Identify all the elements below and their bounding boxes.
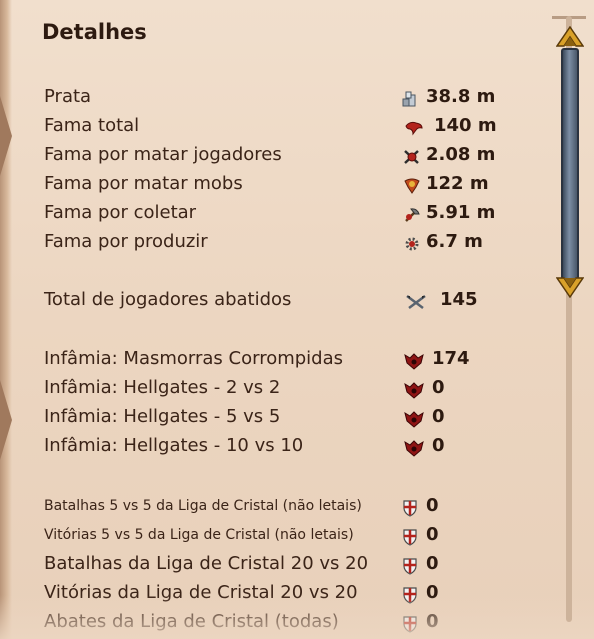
crystal-shield-icon [400,585,420,605]
fame-icon [404,118,424,138]
infamy-icon [404,438,424,458]
stat-value: 2.08 m [426,144,496,165]
crafting-fame-icon [402,234,422,254]
stat-value: 174 [432,348,470,369]
panel-title: Detalhes [42,20,147,44]
stat-label: Infâmia: Hellgates - 10 vs 10 [44,435,304,456]
scrollbar-thumb[interactable] [555,25,585,299]
stat-label: Vitórias da Liga de Cristal 20 vs 20 [44,582,358,603]
stat-value: 0 [432,377,445,398]
stat-label: Fama por coletar [44,202,197,223]
stat-value: 145 [440,289,478,310]
stat-value: 0 [426,611,439,632]
stat-row-infamy-hellgate-10v10: Infâmia: Hellgates - 10 vs 10 0 [0,435,540,464]
stat-label: Abates da Liga de Cristal (todas) [44,611,339,632]
infamy-icon [404,351,424,371]
chevron-down-icon [555,272,585,299]
gathering-fame-icon [402,205,422,225]
stat-label: Fama por matar jogadores [44,144,282,165]
stat-row-infamy-hellgate-2v2: Infâmia: Hellgates - 2 vs 2 0 [0,377,540,406]
crystal-shield-icon [400,498,420,518]
stat-value: 38.8 m [426,86,496,107]
stat-label: Fama por matar mobs [44,173,243,194]
stat-value: 6.7 m [426,231,483,252]
stat-row-crystal-5v5-battles: Batalhas 5 vs 5 da Liga de Cristal (não … [0,495,540,524]
stat-row-crystal-5v5-wins: Vitórias 5 vs 5 da Liga de Cristal (não … [0,524,540,553]
stat-row-infamy-hellgate-5v5: Infâmia: Hellgates - 5 vs 5 0 [0,406,540,435]
chevron-up-icon [555,25,585,52]
stat-label: Infâmia: Hellgates - 2 vs 2 [44,377,281,398]
silver-icon [400,89,420,109]
stat-row-pvp-fame: Fama por matar jogadores 2.08 m [0,144,540,173]
stat-label: Vitórias 5 vs 5 da Liga de Cristal (não … [44,527,354,543]
stat-row-total-kills: Total de jogadores abatidos 145 [0,289,540,318]
stat-row-pve-fame: Fama por matar mobs 122 m [0,173,540,202]
stat-value: 0 [432,406,445,427]
stat-value: 122 m [426,173,489,194]
stat-value: 0 [426,524,439,545]
stat-value: 5.91 m [426,202,496,223]
stat-row-crystal-20v20-wins: Vitórias da Liga de Cristal 20 vs 20 0 [0,582,540,611]
scrollbar-thumb-shaft [561,48,579,280]
stat-row-silver: Prata 38.8 m [0,86,540,115]
crystal-shield-icon [400,556,420,576]
stat-value: 0 [426,495,439,516]
stat-row-crystal-20v20-battles: Batalhas da Liga de Cristal 20 vs 20 0 [0,553,540,582]
stat-label: Batalhas 5 vs 5 da Liga de Cristal (não … [44,498,362,514]
stat-label: Infâmia: Masmorras Corrompidas [44,348,344,369]
crystal-shield-icon [400,614,420,634]
stat-label: Fama por produzir [44,231,208,252]
stat-value: 140 m [434,115,497,136]
stat-row-crystal-kills: Abates da Liga de Cristal (todas) 0 [0,611,540,639]
pvp-fame-icon [402,147,422,167]
stat-label: Prata [44,86,92,107]
stat-label: Total de jogadores abatidos [44,289,292,310]
stat-row-infamy-corrupted: Infâmia: Masmorras Corrompidas 174 [0,348,540,377]
stat-value: 0 [426,553,439,574]
stat-label: Infâmia: Hellgates - 5 vs 5 [44,406,281,427]
crystal-shield-icon [400,527,420,547]
stat-row-gathering-fame: Fama por coletar 5.91 m [0,202,540,231]
stat-value: 0 [432,435,445,456]
stat-row-total-fame: Fama total 140 m [0,115,540,144]
infamy-icon [404,409,424,429]
stat-value: 0 [426,582,439,603]
crossed-swords-icon [404,292,428,312]
stat-label: Fama total [44,115,140,136]
stat-row-crafting-fame: Fama por produzir 6.7 m [0,231,540,260]
details-panel: Detalhes Prata 38.8 m Fama total 140 m F… [0,0,594,639]
pve-fame-icon [402,176,422,196]
stat-label: Batalhas da Liga de Cristal 20 vs 20 [44,553,369,574]
infamy-icon [404,380,424,400]
